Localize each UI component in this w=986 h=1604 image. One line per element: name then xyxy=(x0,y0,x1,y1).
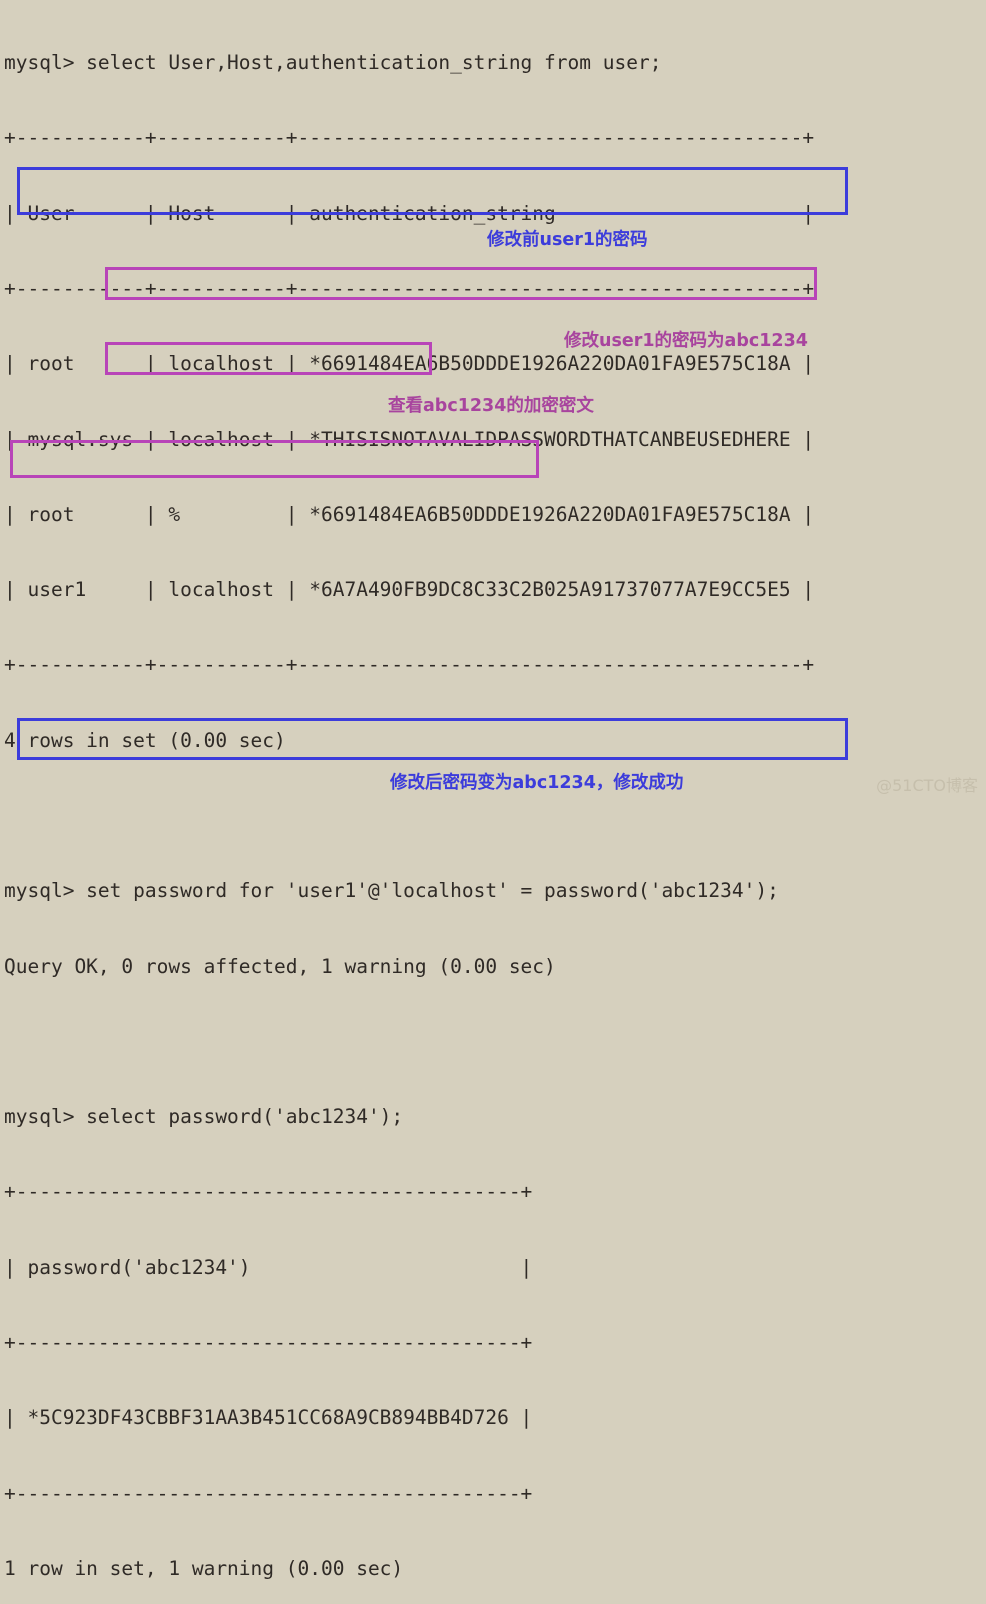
terminal-screenshot: mysql> select User,Host,authentication_s… xyxy=(0,0,986,1580)
terminal-line: | user1 | localhost | *6A7A490FB9DC8C33C… xyxy=(4,578,815,602)
annotation-view-cipher: 查看abc1234的加密密文 xyxy=(388,396,594,416)
terminal-line: | User | Host | authentication_string | xyxy=(4,201,815,225)
terminal-line: +-----------+-----------+---------------… xyxy=(4,277,815,301)
terminal-line: | root | localhost | *6691484EA6B50DDDE1… xyxy=(4,352,815,376)
annotation-change-password: 修改user1的密码为abc1234 xyxy=(564,331,808,351)
terminal-line: Query OK, 0 rows affected, 1 warning (0.… xyxy=(4,954,556,978)
terminal-line: 1 row in set, 1 warning (0.00 sec) xyxy=(4,1556,404,1580)
terminal-line: +---------------------------------------… xyxy=(4,1180,533,1204)
annotation-after-password: 修改后密码变为abc1234，修改成功 xyxy=(390,773,684,793)
annotation-before-password: 修改前user1的密码 xyxy=(487,230,648,250)
terminal-line: | root | % | *6691484EA6B50DDDE1926A220D… xyxy=(4,502,815,526)
terminal-line: mysql> set password for 'user1'@'localho… xyxy=(4,879,779,903)
terminal-line: | *5C923DF43CBBF31AA3B451CC68A9CB894BB4D… xyxy=(4,1406,533,1430)
terminal-line: | password('abc1234') | xyxy=(4,1255,533,1279)
terminal-line: +-----------+-----------+---------------… xyxy=(4,653,815,677)
terminal-line: +-----------+-----------+---------------… xyxy=(4,126,815,150)
terminal-line: 4 rows in set (0.00 sec) xyxy=(4,728,286,752)
terminal-line: | mysql.sys | localhost | *THISISNOTAVAL… xyxy=(4,427,815,451)
terminal-line: mysql> select User,Host,authentication_s… xyxy=(4,51,662,75)
terminal-line: mysql> select password('abc1234'); xyxy=(4,1105,404,1129)
terminal-line: +---------------------------------------… xyxy=(4,1481,533,1505)
watermark-51cto: @51CTO博客 xyxy=(876,776,978,795)
terminal-line: +---------------------------------------… xyxy=(4,1330,533,1354)
